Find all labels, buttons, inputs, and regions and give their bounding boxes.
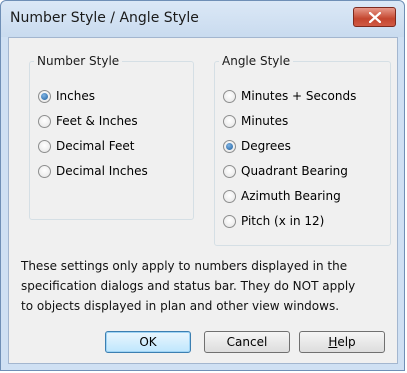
radio-pitch[interactable]: Pitch (x in 12): [223, 212, 324, 230]
radio-button[interactable]: [38, 89, 51, 103]
help-label-rest: elp: [337, 335, 356, 349]
option-label: Degrees: [241, 139, 291, 153]
dialog-body: Number Style Inches Feet & Inches Decima…: [8, 37, 398, 364]
radio-button[interactable]: [223, 164, 236, 178]
info-line: specification dialogs and status bar. Th…: [21, 279, 356, 293]
radio-button[interactable]: [223, 189, 236, 203]
cancel-button[interactable]: Cancel: [204, 331, 290, 353]
option-label: Decimal Inches: [56, 164, 148, 178]
number-style-group: Number Style Inches Feet & Inches Decima…: [29, 54, 194, 220]
option-label: Minutes + Seconds: [241, 89, 357, 103]
info-line: These settings only apply to numbers dis…: [21, 259, 348, 273]
angle-style-heading: Angle Style: [222, 54, 291, 68]
close-icon: [369, 12, 381, 23]
option-label: Minutes: [241, 114, 289, 128]
info-text: These settings only apply to numbers dis…: [21, 256, 391, 316]
help-accelerator: H: [328, 335, 338, 349]
radio-button[interactable]: [38, 139, 51, 153]
angle-style-group: Angle Style Minutes + Seconds Minutes De…: [214, 54, 391, 246]
radio-feet-inches[interactable]: Feet & Inches: [38, 112, 138, 130]
radio-button[interactable]: [223, 89, 236, 103]
title-bar[interactable]: Number Style / Angle Style: [1, 1, 404, 37]
radio-button[interactable]: [38, 164, 51, 178]
radio-inches[interactable]: Inches: [38, 87, 95, 105]
window-title: Number Style / Angle Style: [10, 10, 199, 26]
option-label: Feet & Inches: [56, 114, 138, 128]
radio-minutes-seconds[interactable]: Minutes + Seconds: [223, 87, 356, 105]
radio-decimal-feet[interactable]: Decimal Feet: [38, 137, 134, 155]
ok-button[interactable]: OK: [105, 331, 191, 353]
radio-minutes[interactable]: Minutes: [223, 112, 288, 130]
option-label: Pitch (x in 12): [241, 214, 325, 228]
radio-decimal-inches[interactable]: Decimal Inches: [38, 162, 148, 180]
radio-button[interactable]: [223, 214, 236, 228]
help-button[interactable]: Help: [299, 331, 385, 353]
radio-azimuth-bearing[interactable]: Azimuth Bearing: [223, 187, 341, 205]
radio-button[interactable]: [223, 139, 236, 153]
option-label: Decimal Feet: [56, 139, 135, 153]
number-style-heading: Number Style: [37, 54, 120, 68]
radio-button[interactable]: [223, 114, 236, 128]
radio-button[interactable]: [38, 114, 51, 128]
close-button[interactable]: [353, 7, 396, 27]
info-line: to objects displayed in plan and other v…: [21, 299, 340, 313]
number-angle-style-dialog: Number Style / Angle Style Number Style …: [0, 0, 405, 371]
option-label: Azimuth Bearing: [241, 189, 341, 203]
option-label: Quadrant Bearing: [241, 164, 348, 178]
option-label: Inches: [56, 89, 95, 103]
radio-quadrant-bearing[interactable]: Quadrant Bearing: [223, 162, 348, 180]
radio-degrees[interactable]: Degrees: [223, 137, 291, 155]
